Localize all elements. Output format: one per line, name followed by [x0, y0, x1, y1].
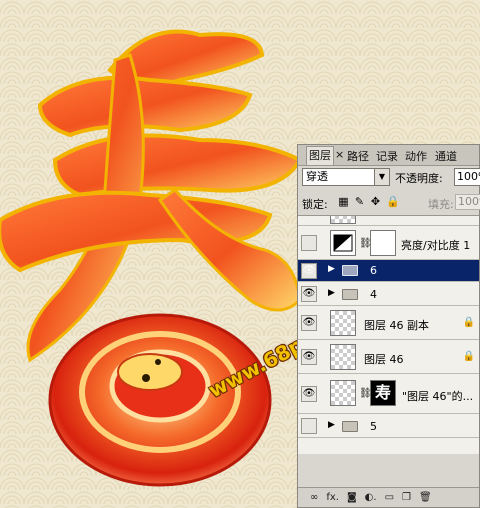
- layer-name: 5: [370, 420, 377, 433]
- brightness-contrast-icon: [333, 234, 353, 252]
- folder-icon: [342, 421, 358, 432]
- expand-triangle-icon[interactable]: ▶: [328, 288, 335, 298]
- layer-name: 亮度/对比度 1: [401, 239, 471, 252]
- layer-thumbnail: [330, 344, 356, 370]
- tab-actions[interactable]: 动作: [405, 148, 427, 164]
- blend-mode-value: 穿透: [306, 170, 328, 183]
- layer-row[interactable]: [298, 216, 479, 226]
- lock-position-icon[interactable]: ✥: [370, 195, 381, 209]
- eye-icon[interactable]: 👁: [301, 315, 317, 331]
- layer-name: 图层 46: [364, 353, 404, 366]
- layer-name: 图层 46 副本: [364, 319, 429, 332]
- layer-row[interactable]: ▶ 5: [298, 414, 479, 438]
- tab-history[interactable]: 记录: [376, 148, 398, 164]
- layer-row[interactable]: ⛓ 亮度/对比度 1: [298, 226, 479, 260]
- link-icon[interactable]: ∞: [310, 492, 318, 503]
- visibility-toggle[interactable]: [301, 235, 317, 251]
- layer-thumbnail: [330, 216, 356, 224]
- eye-icon[interactable]: 👁: [301, 263, 317, 279]
- lock-transparency-icon[interactable]: ▦: [338, 195, 349, 209]
- panel-bottom-toolbar: ∞ fx. ◙ ◐. ▭ ❐ 🗑: [298, 487, 479, 507]
- layer-row[interactable]: 👁 ⛓ 寿 "图层 46"的...: [298, 374, 479, 414]
- lock-icon: 🔒: [462, 351, 475, 362]
- adjustment-thumbnail: [330, 230, 356, 256]
- fill-input[interactable]: 100%: [455, 194, 480, 210]
- mask-thumbnail: [370, 230, 396, 256]
- layer-name: 6: [370, 264, 377, 277]
- panel-tab-bar: 图层 × 路径 记录 动作 通道: [298, 145, 479, 166]
- visibility-toggle[interactable]: [301, 418, 317, 434]
- layer-name: 4: [370, 288, 377, 301]
- trash-icon[interactable]: 🗑: [419, 492, 432, 503]
- tab-channels[interactable]: 通道: [435, 148, 457, 164]
- layer-list: ⛓ 亮度/对比度 1 👁 ▶ 6 👁 ▶ 4 👁 图层 46 副本 🔒 👁 图层…: [298, 215, 479, 454]
- expand-triangle-icon[interactable]: ▶: [328, 420, 335, 430]
- coiled-snake: [48, 313, 272, 487]
- chevron-down-icon[interactable]: ▼: [374, 169, 389, 185]
- lock-label: 锁定:: [302, 198, 328, 211]
- folder-icon: [342, 289, 358, 300]
- blend-mode-select[interactable]: 穿透 ▼: [302, 168, 390, 186]
- folder-icon[interactable]: ▭: [385, 492, 394, 503]
- lock-all-icon[interactable]: 🔒: [386, 195, 400, 209]
- eye-icon[interactable]: 👁: [301, 386, 317, 402]
- lock-pixels-icon[interactable]: ✎: [354, 195, 365, 209]
- mask-icon[interactable]: ◙: [347, 492, 357, 503]
- fill-label: 填充:: [428, 198, 454, 211]
- layer-row[interactable]: 👁 图层 46 🔒: [298, 340, 479, 374]
- folder-icon: [342, 265, 358, 276]
- tab-paths[interactable]: 路径: [347, 148, 369, 164]
- fx-icon[interactable]: fx.: [326, 492, 339, 503]
- layer-name: "图层 46"的...: [402, 390, 474, 403]
- tab-close-icon[interactable]: ×: [335, 148, 344, 161]
- layer-row[interactable]: 👁 ▶ 6: [298, 260, 479, 282]
- layer-thumbnail: [330, 310, 356, 336]
- mask-thumbnail: 寿: [370, 380, 396, 406]
- tab-layers[interactable]: 图层: [306, 146, 334, 165]
- opacity-label: 不透明度:: [395, 172, 443, 185]
- new-layer-icon[interactable]: ❐: [402, 492, 411, 503]
- adjustment-icon[interactable]: ◐.: [365, 492, 377, 503]
- eye-icon[interactable]: 👁: [301, 286, 317, 302]
- eye-icon[interactable]: 👁: [301, 349, 317, 365]
- lock-icon: 🔒: [462, 317, 475, 328]
- layer-row[interactable]: 👁 图层 46 副本 🔒: [298, 306, 479, 340]
- layers-panel: 图层 × 路径 记录 动作 通道 穿透 ▼ 不透明度: 100% 锁定: ▦ ✎…: [297, 144, 480, 508]
- opacity-input[interactable]: 100%: [454, 168, 480, 186]
- layer-thumbnail: [330, 380, 356, 406]
- layer-row[interactable]: 👁 ▶ 4: [298, 282, 479, 306]
- expand-triangle-icon[interactable]: ▶: [328, 264, 335, 274]
